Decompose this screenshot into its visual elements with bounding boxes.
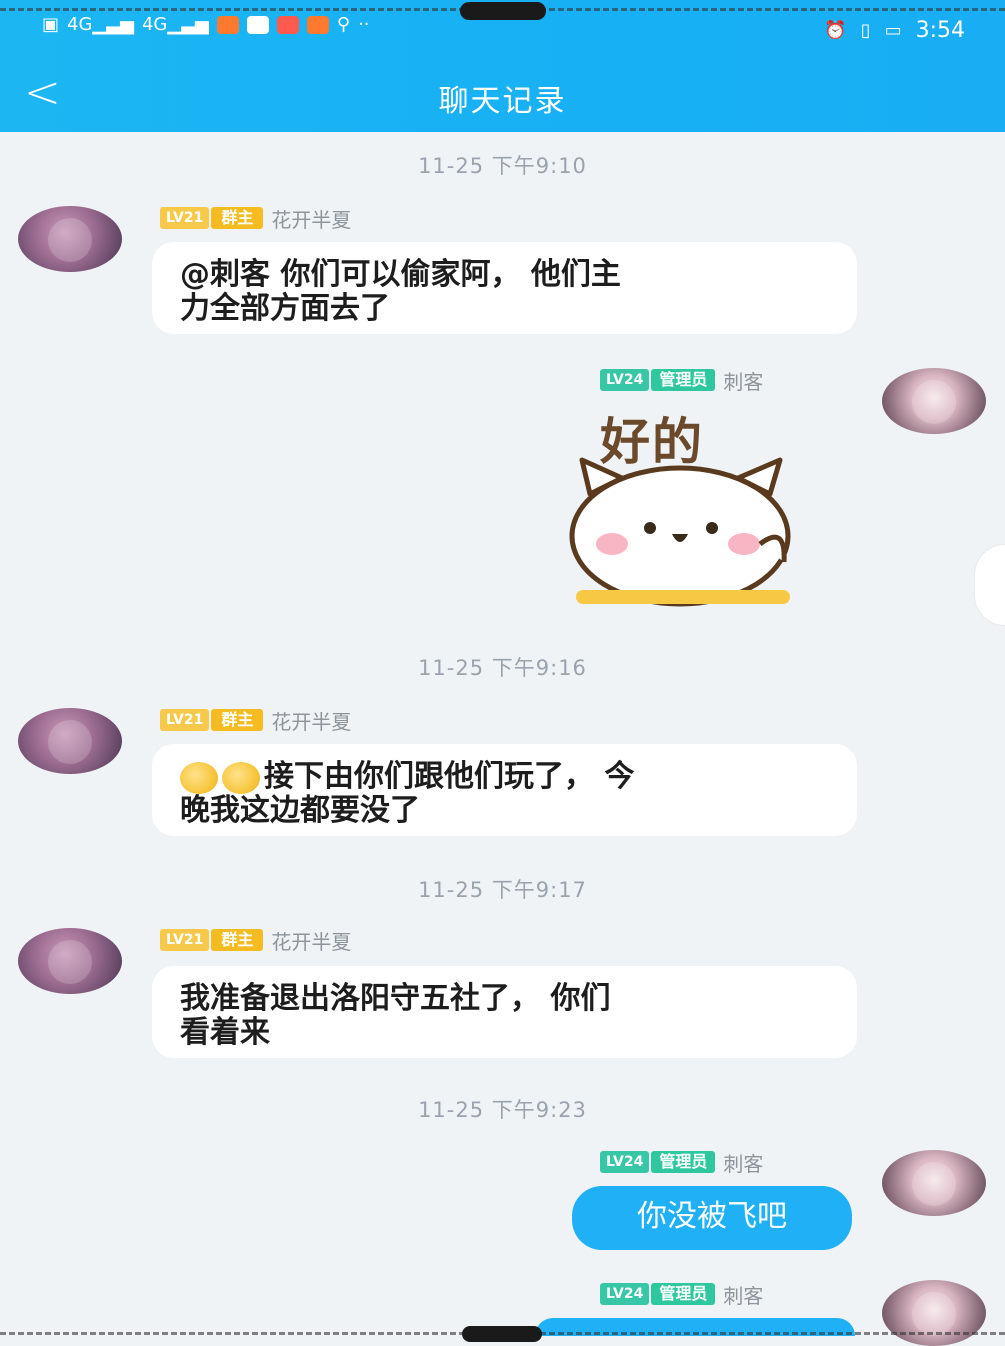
level-badge: LV24 [600,1151,650,1173]
sender-meta: LV24 管理员 刺客 [600,1280,763,1309]
sender-name[interactable]: 花开半夏 [271,204,351,233]
hd-icon: ▣ [42,14,60,35]
signal-icon: 4G▁▃▅ [67,14,134,35]
sender-meta: LV24 管理员 刺客 [600,1148,763,1177]
sender-name[interactable]: 花开半夏 [271,926,351,955]
level-badge: LV21 [160,207,210,229]
message-text: 你没被飞吧 [637,1199,787,1234]
sender-name[interactable]: 刺客 [723,1280,763,1309]
timestamp: 11-25 下午9:17 [418,878,587,902]
message-text: @刺客 你们可以偷家阿， 他们主 [180,257,621,292]
sender-name[interactable]: 刺客 [723,1148,763,1177]
header: ▣ 4G▁▃▅ 4G▁▃▅ ⚲ ·· ⏰ ▯ ▭ 3:54 < 聊天记录 [0,0,1005,132]
role-badge: 群主 [211,929,264,951]
sender-meta: LV21 群主 花开半夏 [160,706,351,735]
level-badge: LV21 [160,929,210,951]
search-icon: ⚲ [336,14,351,35]
level-badge: LV21 [160,709,210,731]
sender-meta: LV21 群主 花开半夏 [160,204,351,233]
message-bubble[interactable]: @刺客 你们可以偷家阿， 他们主 力全部方面去了 [152,242,857,334]
app-icon [246,16,269,34]
avatar[interactable] [882,368,986,434]
vibrate-icon: ▯ [860,19,871,41]
message-bubble[interactable]: 你没被飞吧 [572,1186,852,1250]
app-icon [276,16,299,34]
alarm-icon: ⏰ [824,19,847,41]
role-badge: 群主 [211,207,264,229]
nav-bar: < 聊天记录 [0,60,1005,132]
sender-meta: LV21 群主 花开半夏 [160,926,351,955]
role-badge: 管理员 [651,369,716,391]
message-text: 晚我这边都要没了 [180,793,420,828]
role-badge: 管理员 [651,1151,716,1173]
message-bubble[interactable]: 我准备退出洛阳守五社了， 你们 看着来 [152,966,857,1058]
timestamp: 11-25 下午9:16 [418,656,587,680]
signal-icon: 4G▁▃▅ [141,14,209,35]
role-badge: 群主 [211,709,264,731]
message-text: 力全部方面去了 [180,291,390,326]
avatar[interactable] [882,1150,986,1216]
status-right-icons: ⏰ ▯ ▭ 3:54 [824,18,965,43]
role-badge: 管理员 [651,1283,716,1305]
status-time: 3:54 [915,18,965,43]
level-badge: LV24 [600,1283,650,1305]
message-line: 接下由你们跟他们玩了， 今 [180,760,829,794]
status-left-icons: ▣ 4G▁▃▅ 4G▁▃▅ ⚲ ·· [42,14,370,36]
timestamp: 11-25 下午9:23 [418,1098,587,1122]
battery-icon: ▭ [884,19,902,41]
sender-name[interactable]: 花开半夏 [271,706,351,735]
timestamp: 11-25 下午9:10 [418,154,587,178]
avatar[interactable] [18,206,122,272]
sender-name[interactable]: 刺客 [723,366,763,395]
page-title: 聊天记录 [438,84,567,119]
message-text: 接下由你们跟他们玩了， 今 [264,759,635,794]
more-dots-icon: ·· [358,14,370,35]
chat-history[interactable]: 11-25 下午9:10 LV21 群主 花开半夏 @刺客 你们可以偷家阿， 他… [0,132,1005,1346]
home-indicator [462,1326,542,1342]
message-bubble[interactable]: 接下由你们跟他们玩了， 今 晚我这边都要没了 [152,744,857,836]
emoji-icon [222,761,260,794]
avatar[interactable] [882,1280,986,1346]
cat-sticker[interactable] [560,454,800,614]
emoji-icon [180,761,218,794]
message-text: 看着来 [180,1015,270,1050]
sender-meta: LV24 管理员 刺客 [600,366,763,395]
avatar[interactable] [18,708,122,774]
app-icon [306,16,329,34]
message-text: 我准备退出洛阳守五社了， 你们 [180,981,611,1016]
level-badge: LV24 [600,369,650,391]
avatar[interactable] [18,928,122,994]
app-icon [216,16,239,34]
status-bar: ▣ 4G▁▃▅ 4G▁▃▅ ⚲ ·· ⏰ ▯ ▭ 3:54 [0,0,1005,60]
